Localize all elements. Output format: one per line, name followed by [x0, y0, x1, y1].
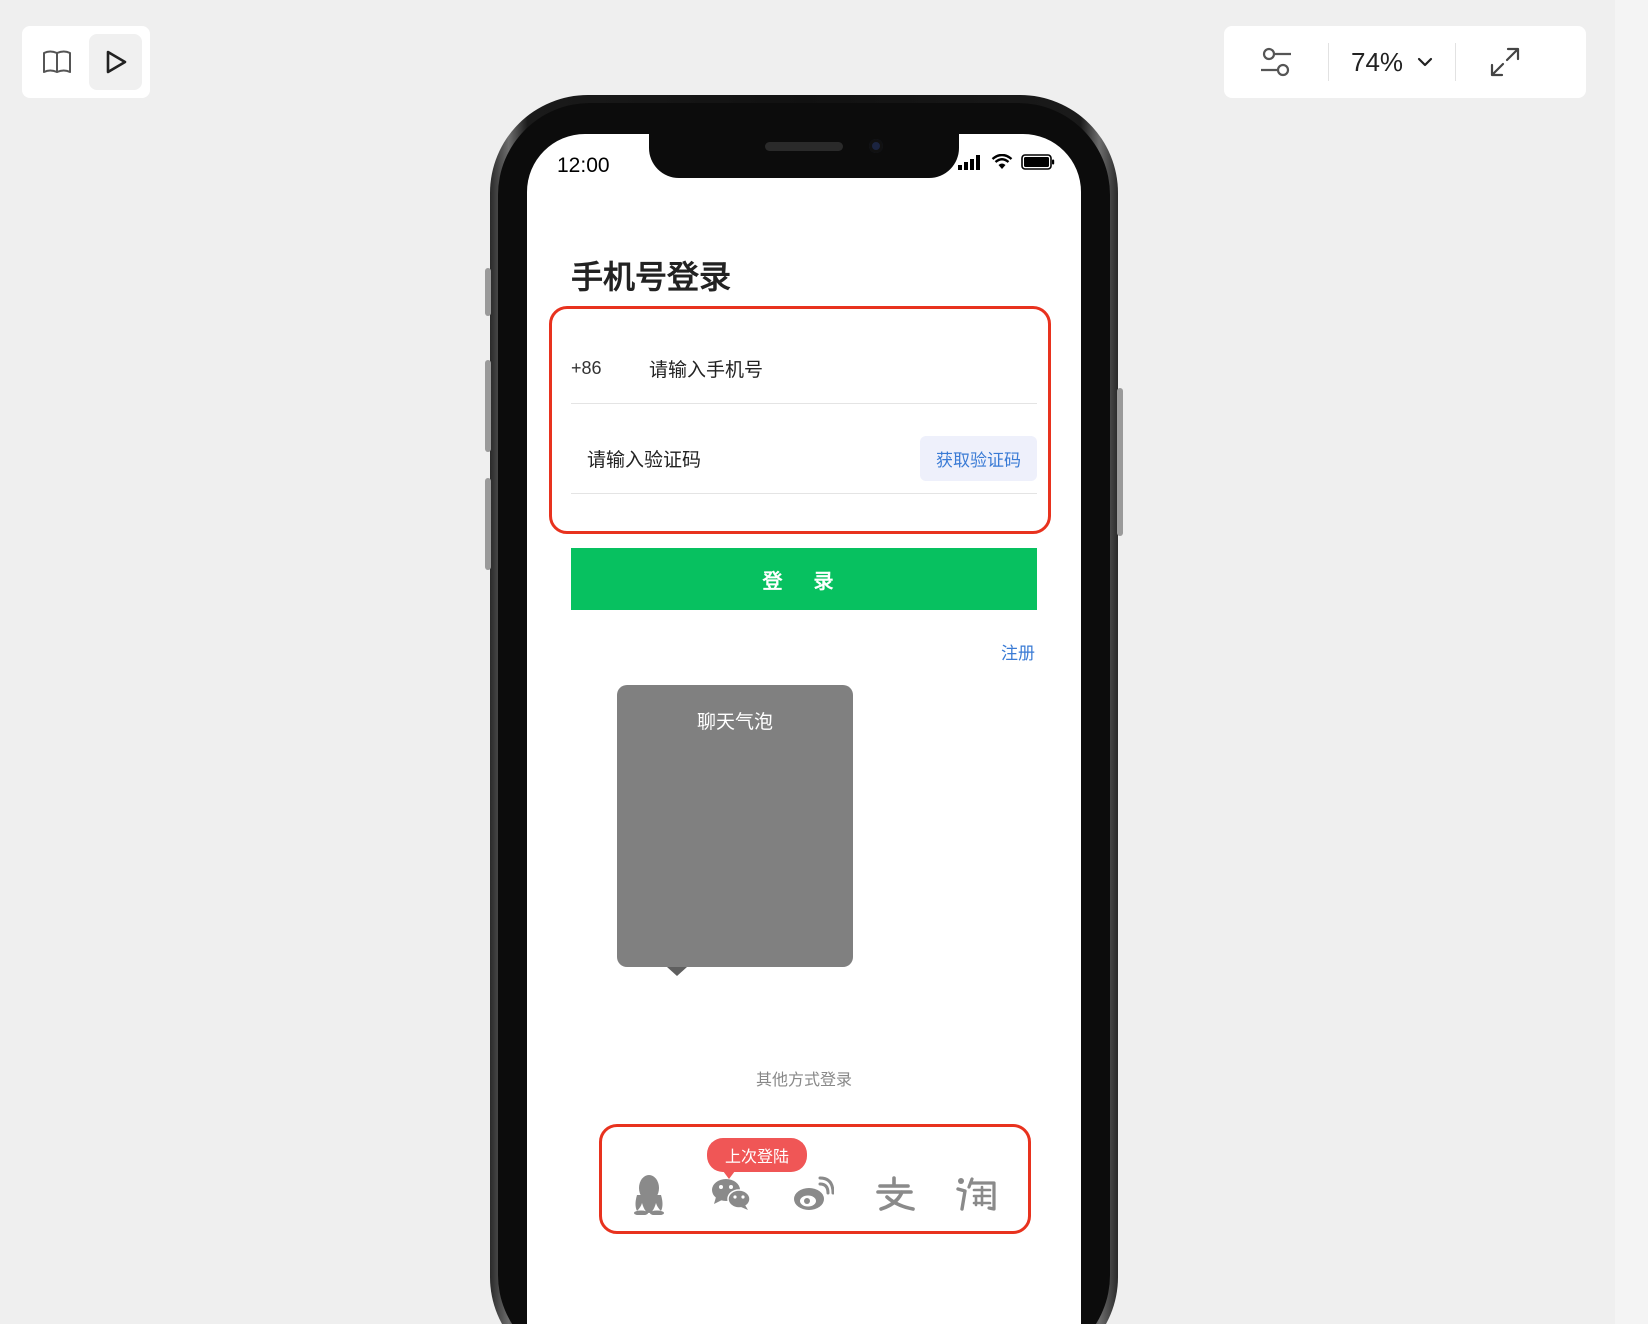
login-button[interactable]: 登 录	[571, 548, 1037, 610]
toolbar-right: 74%	[1224, 26, 1586, 98]
code-input[interactable]: 请输入验证码	[587, 445, 701, 472]
signal-icon	[958, 155, 980, 170]
book-button[interactable]	[30, 34, 83, 90]
other-login-label: 其他方式登录	[755, 1070, 852, 1089]
alipay-icon	[876, 1176, 915, 1211]
battery-icon	[1021, 154, 1055, 170]
phone-screen: 12:00 手机号登录 +86 请输入手机号 请输入验证码 获取验证码 登 录 …	[527, 134, 1081, 1324]
sliders-icon	[1261, 47, 1291, 77]
camera	[869, 139, 883, 153]
taobao-icon	[956, 1177, 996, 1211]
page-title: 手机号登录	[571, 258, 732, 296]
chat-bubble-tail	[667, 967, 687, 976]
chat-bubble: 聊天气泡	[617, 685, 853, 976]
book-icon	[42, 50, 71, 73]
expand-icon	[1490, 47, 1520, 77]
social-login-row	[613, 1164, 1013, 1224]
status-icons	[957, 154, 1055, 170]
taobao-login-button[interactable]	[955, 1172, 999, 1216]
weibo-icon	[794, 1176, 834, 1210]
toolbar-left	[22, 26, 150, 98]
notch	[649, 134, 959, 178]
fullscreen-button[interactable]	[1456, 26, 1554, 98]
qq-login-button[interactable]	[627, 1172, 671, 1216]
volume-down-button	[485, 478, 491, 570]
power-button	[1117, 388, 1123, 536]
settings-button[interactable]	[1224, 26, 1328, 98]
zoom-dropdown[interactable]: 74%	[1329, 47, 1455, 78]
phone-input[interactable]: 请输入手机号	[649, 355, 763, 382]
alipay-login-button[interactable]	[873, 1172, 917, 1216]
qq-penguin-icon	[634, 1175, 664, 1215]
mute-switch	[485, 268, 491, 316]
chat-bubble-title: 聊天气泡	[696, 711, 773, 733]
speaker	[765, 142, 843, 151]
zoom-value: 74%	[1351, 46, 1404, 77]
chevron-down-icon	[1417, 57, 1433, 67]
play-button[interactable]	[89, 34, 142, 90]
wifi-icon	[991, 154, 1013, 169]
code-input-row[interactable]: 请输入验证码 获取验证码	[571, 424, 1037, 494]
wechat-icon	[712, 1179, 751, 1210]
phone-input-row[interactable]: +86 请输入手机号	[571, 334, 1037, 404]
wechat-login-button[interactable]	[709, 1172, 753, 1216]
canvas-edge	[1615, 0, 1648, 1324]
play-icon	[106, 50, 126, 74]
volume-up-button	[485, 360, 491, 452]
status-time: 12:00	[557, 154, 610, 177]
get-code-button[interactable]: 获取验证码	[920, 436, 1037, 481]
register-link[interactable]: 注册	[1001, 639, 1035, 664]
weibo-login-button[interactable]	[791, 1172, 835, 1216]
country-code[interactable]: +86	[571, 358, 649, 379]
